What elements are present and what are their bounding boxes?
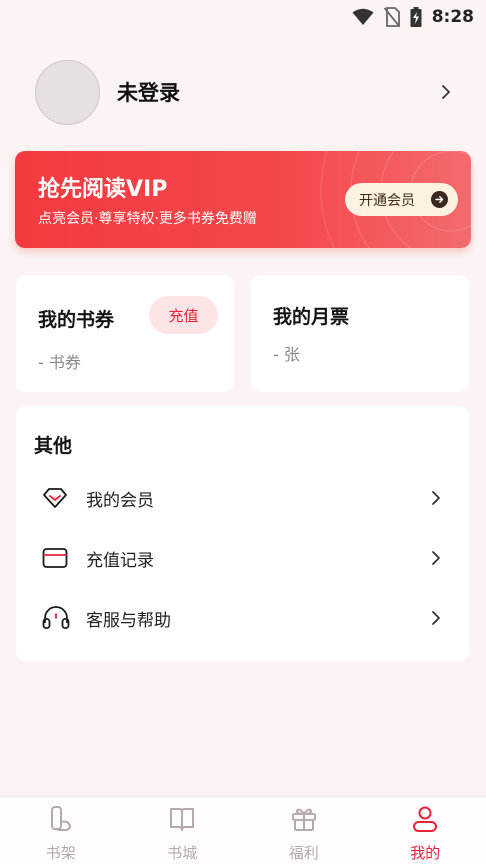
battery-charging-icon bbox=[410, 7, 422, 27]
user-icon bbox=[410, 804, 440, 838]
no-sim-icon bbox=[383, 7, 400, 27]
card-icon bbox=[42, 547, 68, 569]
nav-label: 我的 bbox=[410, 844, 441, 862]
open-membership-label: 开通会员 bbox=[359, 192, 415, 209]
chevron-right-icon bbox=[431, 550, 441, 566]
others-section: 其他 我的会员 充值记录 客服与帮助 bbox=[16, 406, 469, 662]
open-membership-button[interactable]: 开通会员 bbox=[345, 183, 458, 216]
wifi-icon bbox=[352, 8, 374, 26]
menu-item-label: 充值记录 bbox=[86, 550, 154, 571]
monthly-ticket-count: - 张 bbox=[273, 345, 300, 364]
nav-item-bookstore[interactable]: 书城 bbox=[122, 797, 244, 864]
recharge-button[interactable]: 充值 bbox=[149, 296, 218, 334]
gift-icon bbox=[289, 804, 319, 838]
nav-label: 书架 bbox=[45, 844, 76, 862]
bookshelf-icon bbox=[46, 804, 76, 838]
menu-item-recharge-records[interactable]: 充值记录 bbox=[16, 530, 469, 586]
bottom-nav: 书架 书城 福利 我的 bbox=[0, 796, 486, 864]
status-bar: 8:28 bbox=[0, 0, 486, 34]
diamond-icon bbox=[42, 487, 68, 509]
profile-name: 未登录 bbox=[117, 81, 180, 105]
headset-icon bbox=[42, 606, 70, 630]
menu-item-membership[interactable]: 我的会员 bbox=[16, 470, 469, 526]
vip-subtitle: 点亮会员·尊享特权·更多书券免费赠 bbox=[38, 211, 257, 227]
nav-label: 书城 bbox=[167, 844, 198, 862]
arrow-right-icon bbox=[431, 191, 448, 208]
avatar[interactable] bbox=[35, 59, 100, 125]
my-monthly-tickets-title: 我的月票 bbox=[273, 306, 350, 328]
vip-banner[interactable]: 抢先阅读VIP 点亮会员·尊享特权·更多书券免费赠 开通会员 bbox=[15, 151, 471, 248]
nav-item-bookshelf[interactable]: 书架 bbox=[0, 797, 122, 864]
menu-item-label: 我的会员 bbox=[86, 490, 154, 511]
coupon-count: - 书券 bbox=[38, 353, 81, 372]
chevron-right-icon bbox=[441, 84, 451, 100]
nav-item-welfare[interactable]: 福利 bbox=[243, 797, 365, 864]
my-coupons-card[interactable]: 我的书券 充值 - 书券 bbox=[16, 275, 234, 392]
status-time: 8:28 bbox=[431, 7, 474, 27]
chevron-right-icon bbox=[431, 610, 441, 626]
others-title: 其他 bbox=[34, 435, 73, 457]
book-icon bbox=[167, 804, 197, 838]
menu-item-label: 客服与帮助 bbox=[86, 610, 171, 631]
nav-item-mine[interactable]: 我的 bbox=[365, 797, 486, 864]
nav-label: 福利 bbox=[288, 844, 319, 862]
vip-title: 抢先阅读VIP bbox=[38, 177, 168, 202]
my-coupons-title: 我的书券 bbox=[38, 309, 115, 331]
menu-item-customer-service[interactable]: 客服与帮助 bbox=[16, 590, 469, 646]
chevron-right-icon bbox=[431, 490, 441, 506]
my-monthly-tickets-card[interactable]: 我的月票 - 张 bbox=[251, 275, 469, 392]
profile-row[interactable]: 未登录 bbox=[35, 59, 451, 125]
